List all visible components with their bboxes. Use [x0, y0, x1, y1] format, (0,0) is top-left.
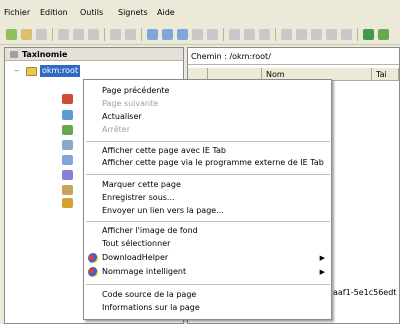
- path-bar: Chemin : /okm:root/: [188, 48, 399, 65]
- menu-fichier[interactable]: Fichier: [4, 8, 30, 18]
- menu-aide[interactable]: Aide: [157, 8, 175, 18]
- menu-send-link[interactable]: Envoyer un lien vers la page...: [102, 206, 224, 216]
- new-folder-icon[interactable]: [6, 29, 17, 40]
- home-icon[interactable]: [378, 29, 389, 40]
- toolbar-separator: [104, 28, 105, 41]
- move-icon: [62, 125, 73, 135]
- menu-view-background[interactable]: Afficher l'image de fond: [102, 226, 198, 236]
- refresh-icon[interactable]: [363, 29, 374, 40]
- menu-forward[interactable]: Page suivante: [102, 99, 158, 109]
- download-icon[interactable]: [177, 29, 188, 40]
- menu-bookmark-page[interactable]: Marquer cette page: [102, 180, 181, 190]
- menu-separator: [86, 141, 330, 142]
- submenu-arrow-icon: ▶: [319, 268, 325, 276]
- delete-icon: [62, 94, 73, 104]
- menu-downloadhelper[interactable]: DownloadHelper: [102, 253, 168, 263]
- menu-ie-tab[interactable]: Afficher cette page avec IE Tab: [102, 146, 226, 156]
- menu-reload[interactable]: Actualiser: [102, 112, 142, 122]
- menu-view-source[interactable]: Code source de la page: [102, 290, 196, 300]
- menu-signets[interactable]: Signets: [118, 8, 148, 18]
- properties-icon[interactable]: [229, 29, 240, 40]
- menu-outils[interactable]: Outils: [80, 8, 103, 18]
- menu-select-all[interactable]: Tout sélectionner: [102, 239, 170, 249]
- context-menu: Page précédente Page suivante Actualiser…: [83, 79, 332, 320]
- close-icon[interactable]: [341, 29, 352, 40]
- add-document-icon: [62, 155, 73, 165]
- check-icon[interactable]: [88, 29, 99, 40]
- package-icon: [62, 198, 73, 208]
- toolbar-separator: [141, 28, 142, 41]
- collapse-icon[interactable]: [10, 51, 18, 58]
- toolbar-separator: [52, 28, 53, 41]
- toolbar-separator: [223, 28, 224, 41]
- zoom-icon[interactable]: [326, 29, 337, 40]
- print-icon[interactable]: [311, 29, 322, 40]
- bookmark-icon: [62, 170, 73, 180]
- document-uuid-fragment: aaf1-5e1c56edt: [333, 288, 397, 297]
- menu-stop[interactable]: Arrêter: [102, 125, 130, 135]
- downloadhelper-icon: [88, 253, 98, 263]
- rename-icon: [62, 140, 73, 150]
- toolbar-separator: [357, 28, 358, 41]
- upload-icon[interactable]: [162, 29, 173, 40]
- checkout-icon[interactable]: [110, 29, 121, 40]
- folder-icon[interactable]: [21, 29, 32, 40]
- column-header-size[interactable]: Tai: [372, 68, 399, 81]
- menu-ie-tab-external[interactable]: Afficher cette page via le programme ext…: [102, 158, 324, 168]
- tree-expand-icon[interactable]: −: [14, 67, 20, 75]
- menu-separator: [86, 221, 330, 222]
- submenu-arrow-icon: ▶: [319, 254, 325, 262]
- taxonomy-header[interactable]: Taxinomie: [5, 48, 183, 61]
- path-text: Chemin : /okm:root/: [191, 52, 271, 61]
- menu-save-as[interactable]: Enregistrer sous...: [102, 193, 175, 203]
- taxonomy-title: Taxinomie: [22, 50, 68, 59]
- menu-back[interactable]: Page précédente: [102, 86, 169, 96]
- home-icon: [62, 185, 73, 195]
- lock-icon[interactable]: [58, 29, 69, 40]
- menu-page-info[interactable]: Informations sur la page: [102, 303, 200, 313]
- smart-naming-icon: [88, 267, 98, 277]
- menu-edition[interactable]: Edition: [40, 8, 68, 18]
- folder-open-icon: [26, 67, 37, 76]
- menu-smart-naming[interactable]: Nommage intelligent: [102, 267, 186, 277]
- settings-icon[interactable]: [281, 29, 292, 40]
- cancel-icon[interactable]: [125, 29, 136, 40]
- import-icon[interactable]: [259, 29, 270, 40]
- menu-bar: Fichier Edition Outils Signets Aide: [0, 0, 400, 24]
- toolbar-separator: [275, 28, 276, 41]
- delete-icon[interactable]: [207, 29, 218, 40]
- copy-icon[interactable]: [192, 29, 203, 40]
- copy-icon: [62, 110, 73, 120]
- document-icon[interactable]: [36, 29, 47, 40]
- tree-root-node[interactable]: okm:root: [40, 65, 81, 77]
- menu-separator: [86, 174, 330, 175]
- add-document-icon[interactable]: [147, 29, 158, 40]
- export-icon[interactable]: [244, 29, 255, 40]
- menu-separator: [86, 284, 330, 285]
- toolbar: [0, 24, 400, 45]
- mail-icon[interactable]: [296, 29, 307, 40]
- unlock-icon[interactable]: [73, 29, 84, 40]
